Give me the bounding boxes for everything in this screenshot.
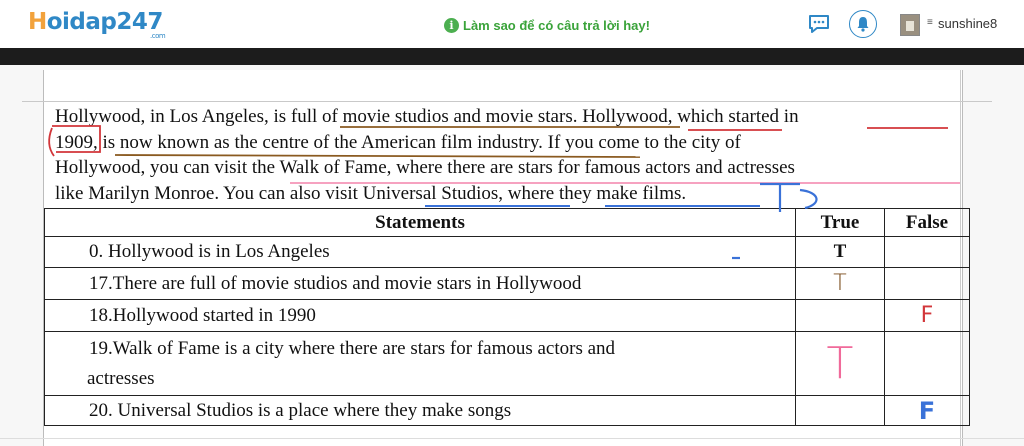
statement-cell: 0. Hollywood is in Los Angeles xyxy=(44,236,796,268)
true-cell: T xyxy=(795,236,885,268)
column-header-false: False xyxy=(884,208,970,237)
passage-line: Hollywood, you can visit the Walk of Fam… xyxy=(55,157,795,178)
avatar[interactable] xyxy=(900,14,920,36)
chat-icon[interactable] xyxy=(808,14,830,34)
logo-first-letter: H xyxy=(28,9,47,35)
statement-cell: 19.Walk of Fame is a city where there ar… xyxy=(44,331,796,396)
site-logo[interactable]: Hoidap247 .com xyxy=(28,9,166,40)
statement-cell: 20. Universal Studios is a place where t… xyxy=(44,395,796,426)
chevron-down-icon[interactable]: ≡ xyxy=(927,17,933,28)
true-cell xyxy=(795,395,885,426)
notifications-button[interactable] xyxy=(849,10,877,38)
column-header-statements: Statements xyxy=(44,208,796,237)
bell-icon xyxy=(857,17,869,32)
table-header-row: Statements True False xyxy=(44,208,970,237)
statement-line: 19.Walk of Fame is a city where there ar… xyxy=(89,337,616,359)
column-header-true: True xyxy=(795,208,885,237)
logo-name: oidap247 xyxy=(46,9,164,35)
true-false-table: Statements True False 0. Hollywood is in… xyxy=(44,208,970,426)
statement-cell: 18.Hollywood started in 1990 xyxy=(44,299,796,332)
table-row: 18.Hollywood started in 1990 F xyxy=(44,299,970,332)
false-cell xyxy=(884,267,970,300)
answer-tips-text: Làm sao để có câu trả lời hay! xyxy=(463,18,650,33)
passage-line: Hollywood, in Los Angeles, is full of mo… xyxy=(55,106,799,127)
table-row: 17.There are full of movie studios and m… xyxy=(44,267,970,300)
image-top-border xyxy=(0,48,1024,65)
statement-cell: 17.There are full of movie studios and m… xyxy=(44,267,796,300)
statement-line: actresses xyxy=(87,367,155,389)
passage-line: like Marilyn Monroe. You can also visit … xyxy=(55,182,687,204)
logo-suffix: .com xyxy=(150,32,166,40)
page-margin-line xyxy=(22,101,992,102)
true-cell-handwritten: T xyxy=(795,267,885,300)
true-cell-handwritten: T xyxy=(795,331,885,396)
info-icon: i xyxy=(444,18,459,33)
true-cell xyxy=(795,299,885,332)
false-cell xyxy=(884,331,970,396)
reading-passage: Hollywood, in Los Angeles, is full of mo… xyxy=(55,104,955,206)
table-row: 20. Universal Studios is a place where t… xyxy=(44,395,970,426)
table-row: 19.Walk of Fame is a city where there ar… xyxy=(44,331,970,396)
bottom-guide-line xyxy=(0,438,1024,439)
top-navbar: Hoidap247 .com i Làm sao để có câu trả l… xyxy=(0,0,1024,48)
answer-tips-link[interactable]: i Làm sao để có câu trả lời hay! xyxy=(444,18,650,33)
false-cell-handwritten: F xyxy=(884,299,970,332)
table-row: 0. Hollywood is in Los Angeles T xyxy=(44,236,970,268)
false-cell xyxy=(884,236,970,268)
false-cell-handwritten: F xyxy=(884,395,970,426)
passage-line: 1909, is now known as the centre of the … xyxy=(55,131,741,153)
username[interactable]: sunshine8 xyxy=(938,16,997,31)
